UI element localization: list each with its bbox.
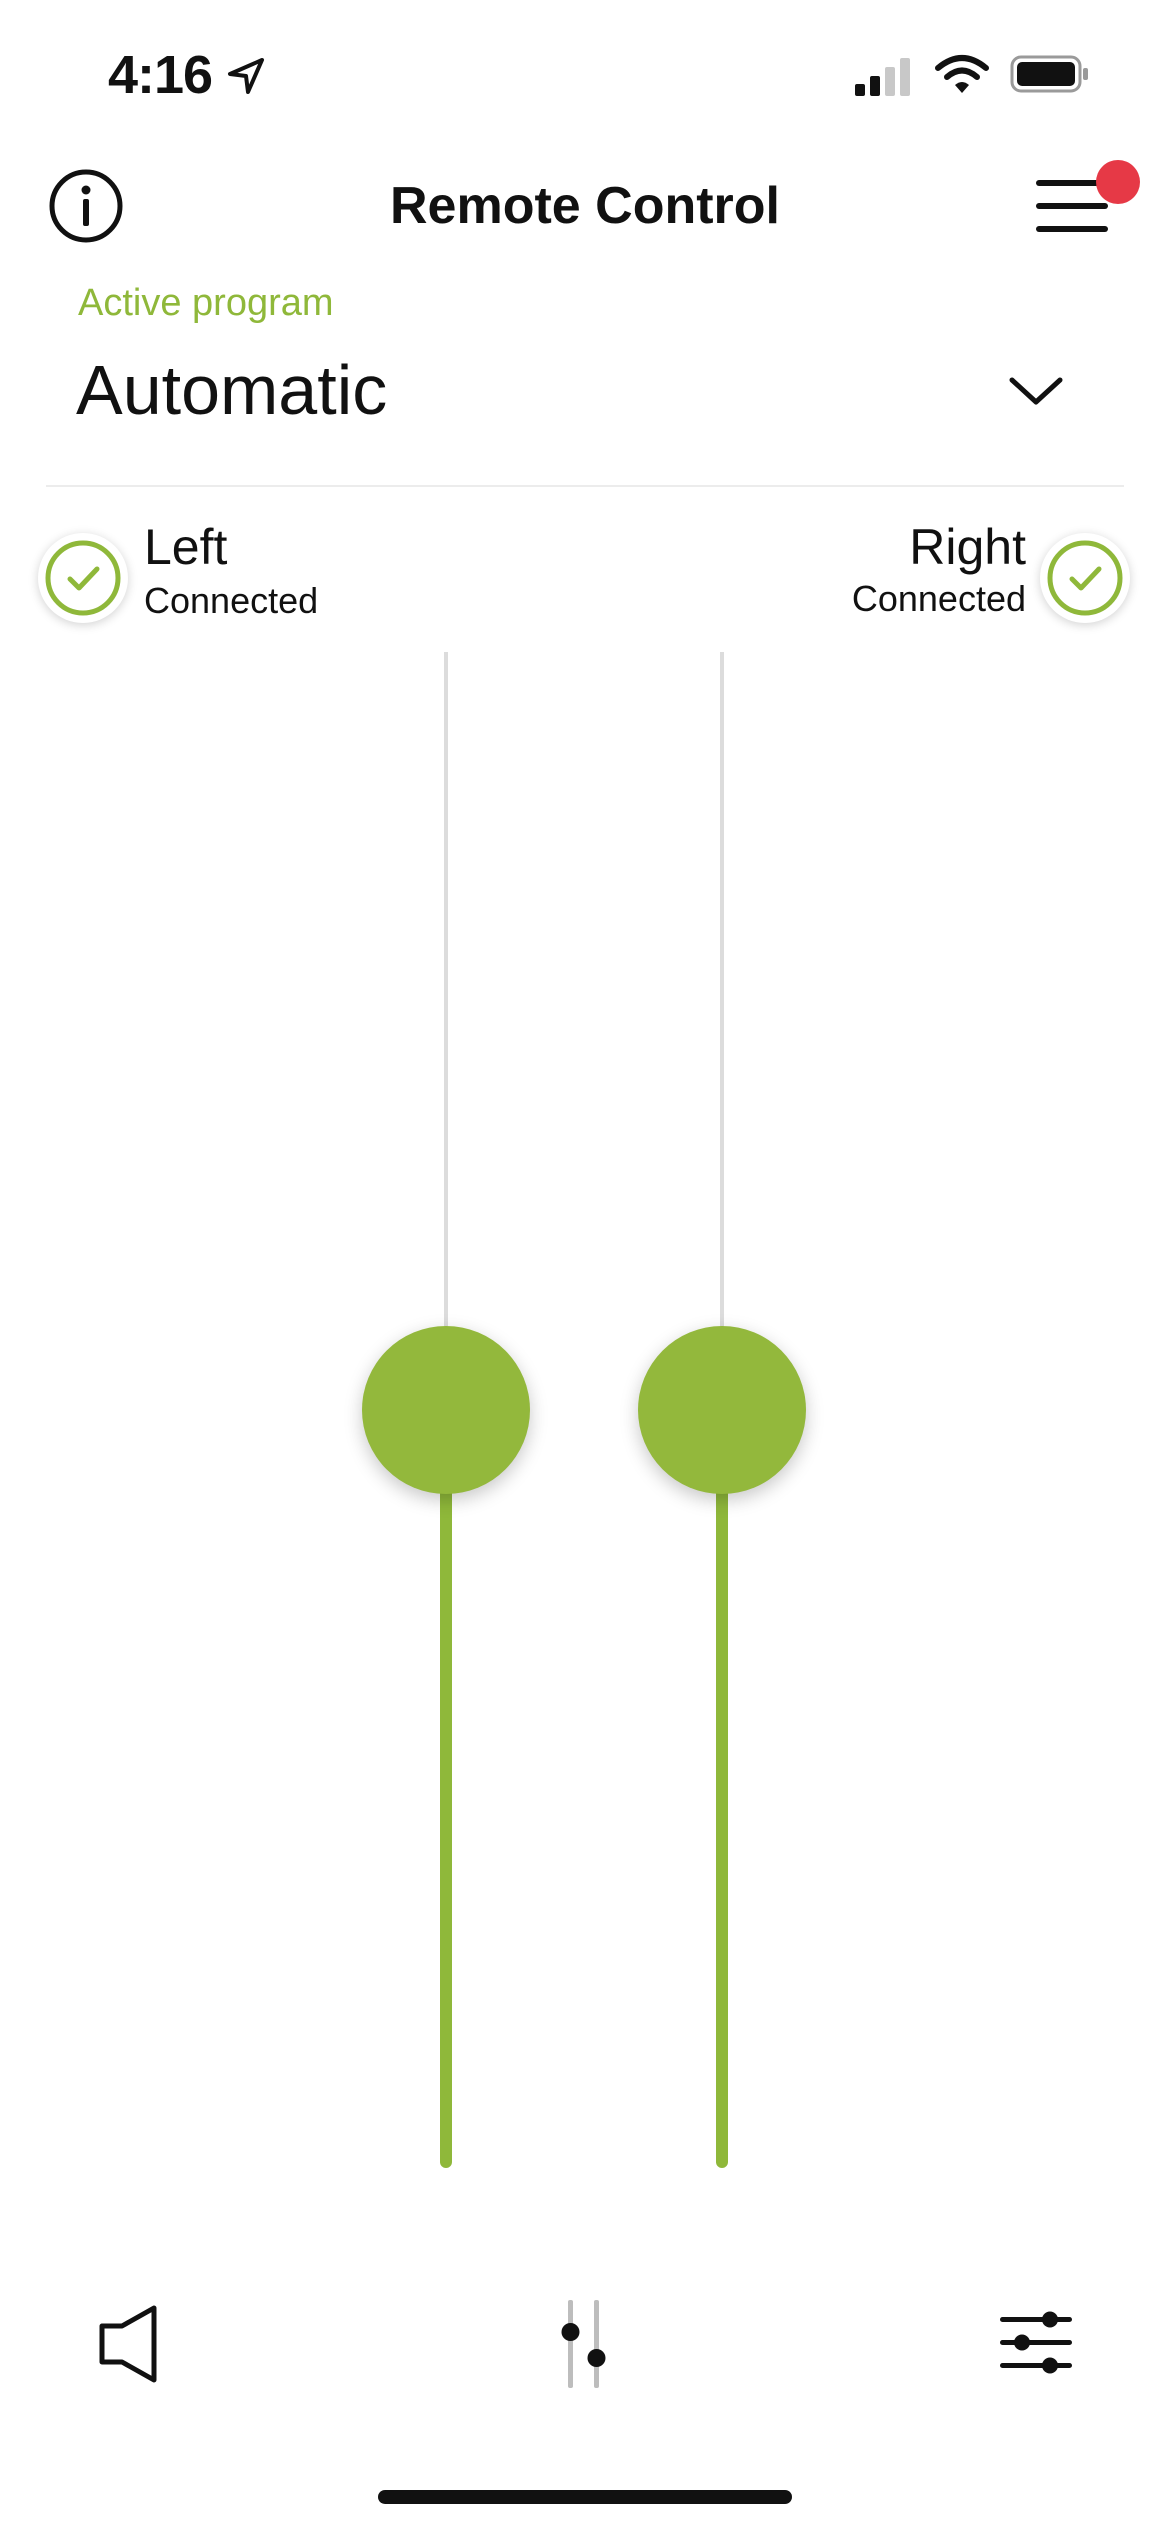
sound-icon[interactable] bbox=[92, 2302, 164, 2386]
settings-sliders-icon[interactable] bbox=[998, 2308, 1074, 2378]
right-slider-fill bbox=[716, 1410, 728, 2168]
chevron-down-icon[interactable] bbox=[1008, 374, 1064, 408]
right-connected-check-icon bbox=[1040, 533, 1130, 623]
notification-badge bbox=[1096, 160, 1140, 204]
active-program-value[interactable]: Automatic bbox=[76, 350, 387, 430]
left-device-status: Connected bbox=[144, 580, 319, 621]
left-slider-handle[interactable] bbox=[362, 1326, 530, 1494]
right-slider-handle[interactable] bbox=[638, 1326, 806, 1494]
left-device-name: Left bbox=[144, 519, 228, 575]
divider bbox=[46, 485, 1124, 487]
right-slider-track bbox=[720, 652, 724, 1410]
volume-sliders-icon[interactable] bbox=[555, 2298, 615, 2390]
right-device-name: Right bbox=[909, 519, 1026, 575]
wifi-icon bbox=[935, 55, 989, 93]
left-slider-fill bbox=[440, 1410, 452, 2168]
right-device-status: Connected bbox=[851, 578, 1026, 619]
location-arrow-icon bbox=[228, 58, 264, 94]
status-time: 4:16 bbox=[108, 45, 213, 105]
left-connected-check-icon bbox=[38, 533, 128, 623]
battery-icon bbox=[1010, 55, 1088, 93]
page-title: Remote Control bbox=[390, 177, 780, 235]
left-slider-track bbox=[444, 652, 448, 1410]
signal-icon bbox=[855, 58, 910, 96]
home-indicator bbox=[378, 2490, 792, 2504]
active-program-label: Active program bbox=[78, 282, 334, 324]
